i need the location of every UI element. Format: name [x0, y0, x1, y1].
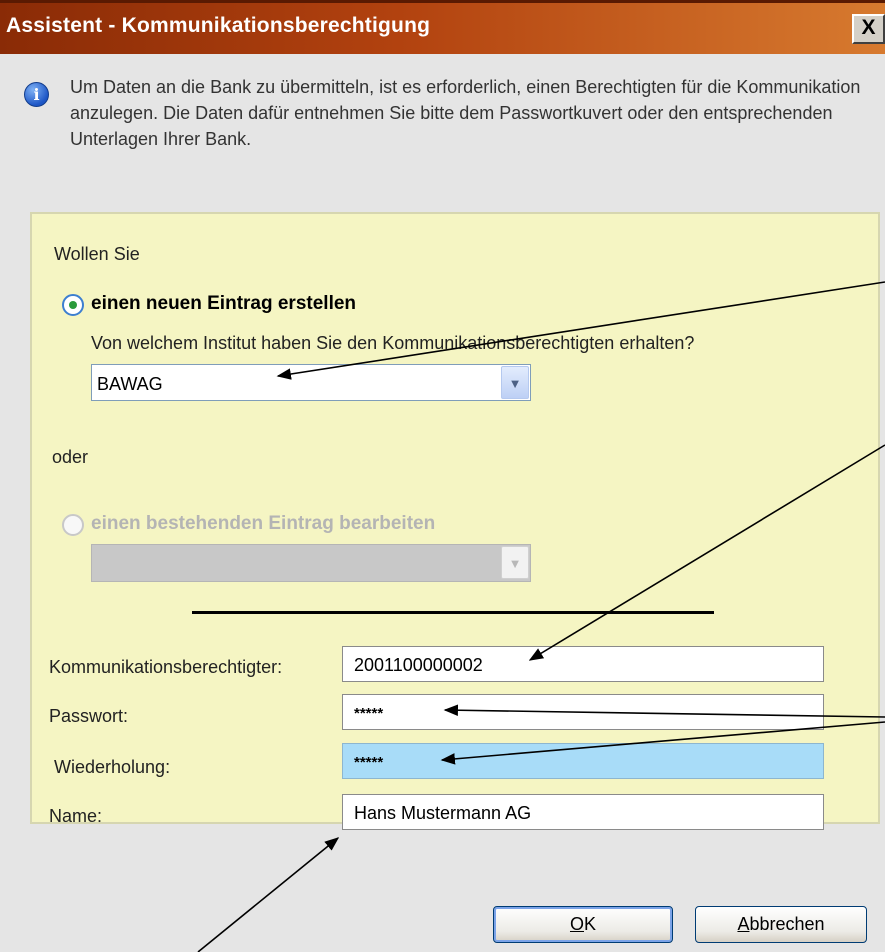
annotation-arrows — [197, 281, 885, 952]
arrow-to-institute — [276, 281, 885, 380]
arrow-to-password — [443, 704, 885, 718]
assistant-dialog: Assistent - Kommunikationsberechtigung X… — [0, 0, 885, 952]
arrow-to-comm — [528, 444, 885, 661]
arrow-to-repeat — [440, 721, 885, 765]
arrow-to-name — [197, 837, 340, 952]
